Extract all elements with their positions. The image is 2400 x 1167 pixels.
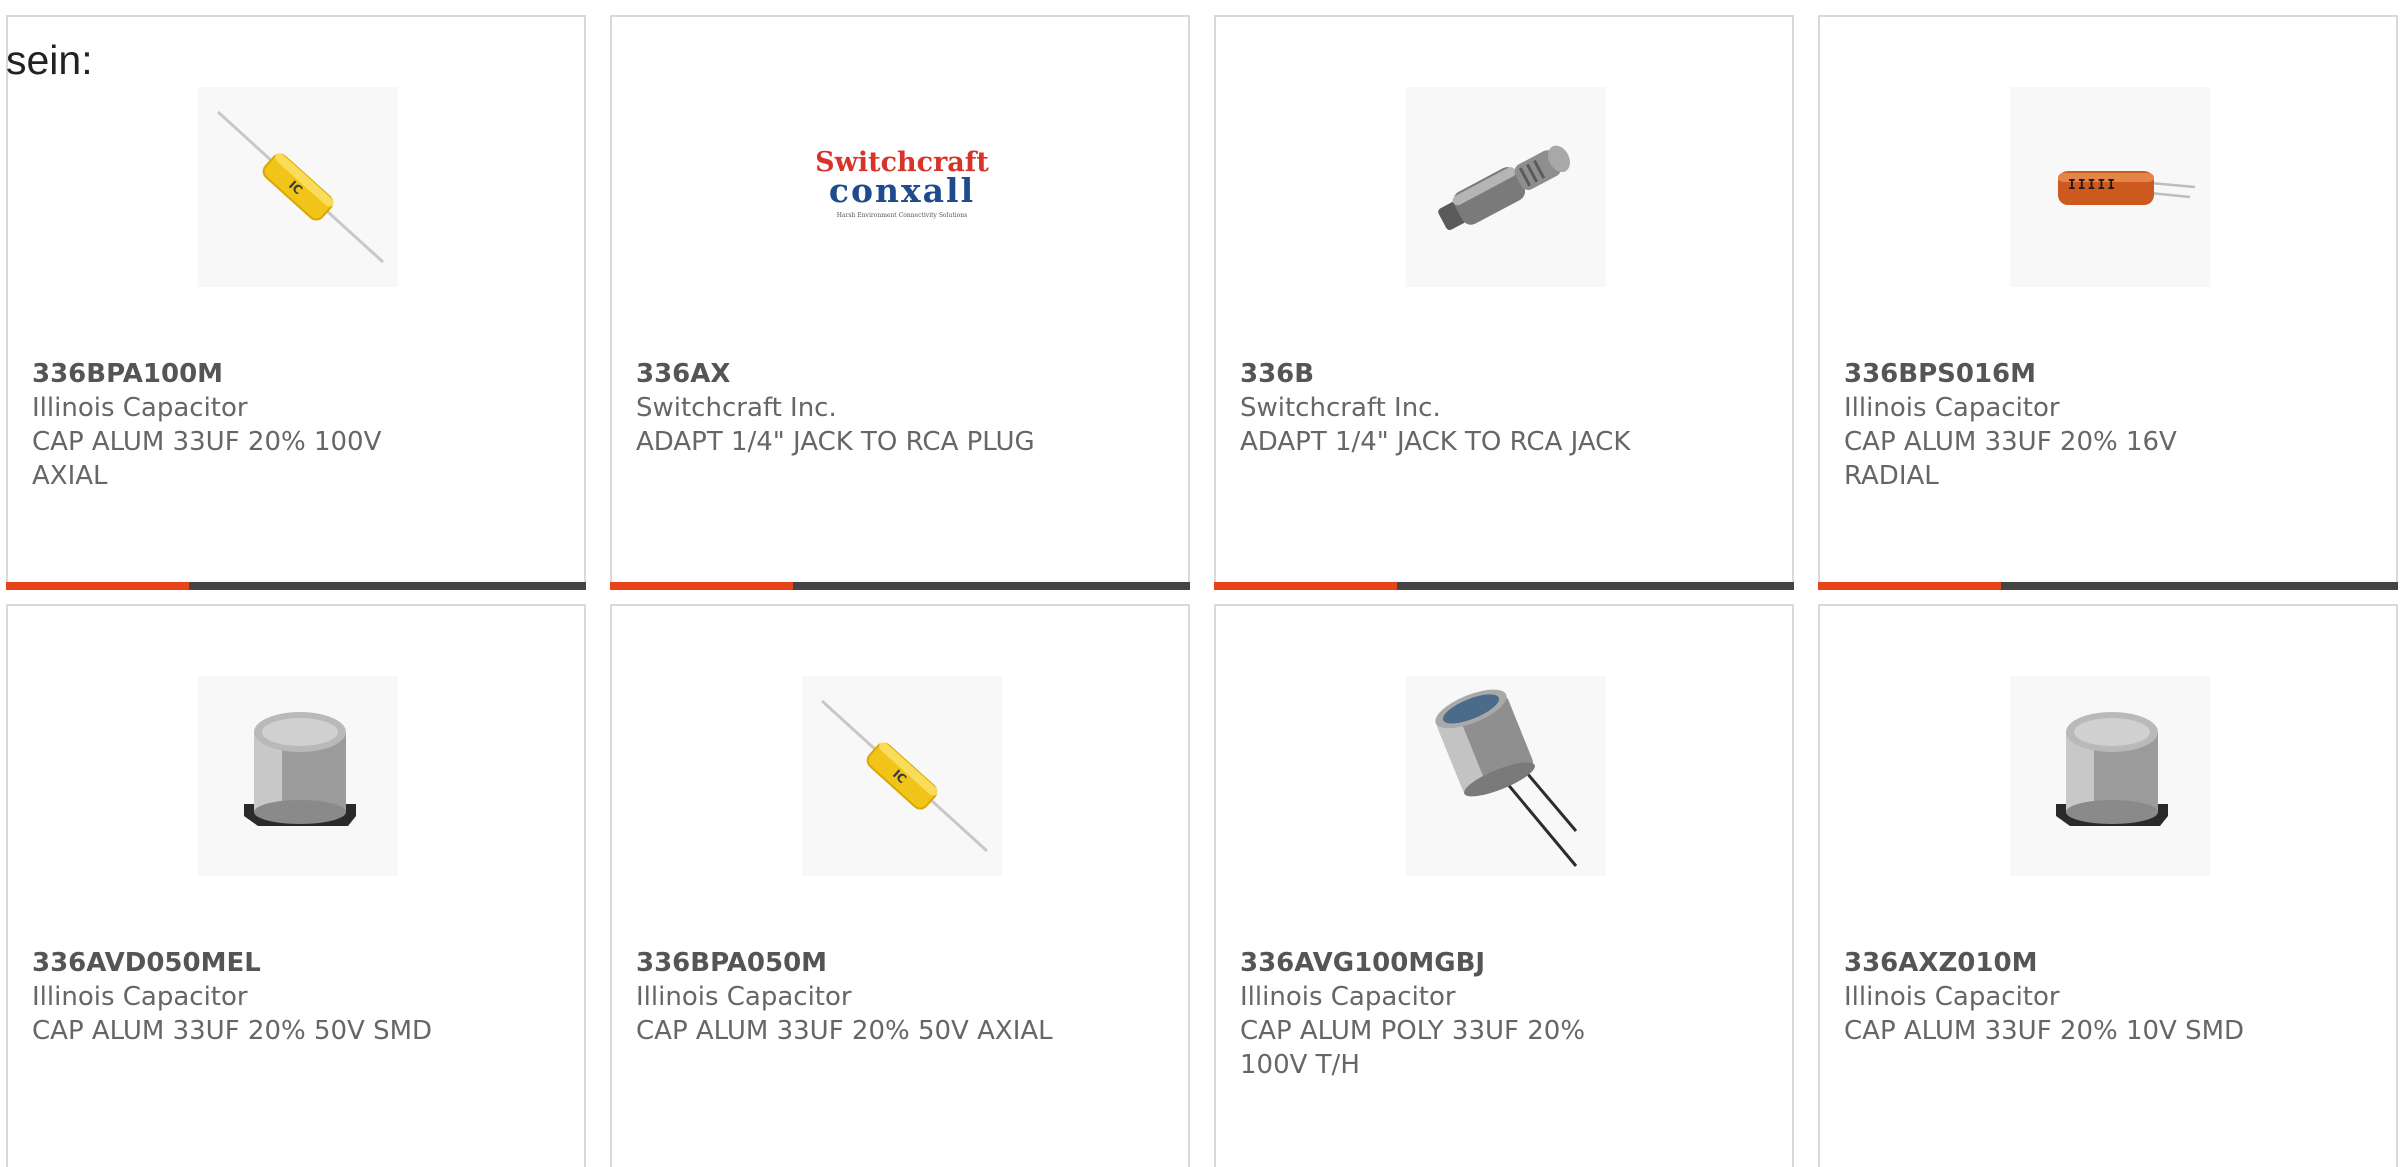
description: ADAPT 1/4" JACK TO RCA PLUG xyxy=(636,427,1035,457)
jack-adapter-icon xyxy=(1438,145,1570,230)
product-image[interactable]: IC xyxy=(802,676,1002,876)
switchcraft-conxall-logo: Switchcraft conxall Harsh Environment Co… xyxy=(815,147,989,219)
part-number[interactable]: 336BPS016M xyxy=(1844,357,2372,391)
product-image[interactable] xyxy=(1406,676,1606,876)
product-image[interactable]: IC xyxy=(198,87,398,287)
product-card[interactable]: 336B Switchcraft Inc. ADAPT 1/4" JACK TO… xyxy=(1214,15,1794,590)
product-card[interactable]: 336AXZ010M Illinois Capacitor CAP ALUM 3… xyxy=(1818,604,2398,1167)
description: ADAPT 1/4" JACK TO RCA JACK xyxy=(1240,427,1631,457)
manufacturer: Illinois Capacitor xyxy=(32,982,248,1012)
product-info: 336AXZ010M Illinois Capacitor CAP ALUM 3… xyxy=(1844,946,2372,1048)
svg-text:IIIII: IIIII xyxy=(2068,178,2117,193)
manufacturer: Illinois Capacitor xyxy=(636,982,852,1012)
product-grid: IC 336BPA100M Illinois Capacitor CAP ALU… xyxy=(6,15,2400,1167)
radial-orange-capacitor-icon: IIIII xyxy=(2058,171,2196,205)
description: CAP ALUM 33UF 20% 100V AXIAL xyxy=(32,427,382,491)
product-image[interactable]: Switchcraft conxall Harsh Environment Co… xyxy=(802,87,1002,287)
manufacturer: Illinois Capacitor xyxy=(1240,982,1456,1012)
product-info: 336AX Switchcraft Inc. ADAPT 1/4" JACK T… xyxy=(636,357,1164,459)
manufacturer: Illinois Capacitor xyxy=(32,393,248,423)
smd-capacitor-icon xyxy=(244,712,356,826)
part-number[interactable]: 336B xyxy=(1240,357,1768,391)
product-image[interactable] xyxy=(198,676,398,876)
product-card[interactable]: 336AVG100MGBJ Illinois Capacitor CAP ALU… xyxy=(1214,604,1794,1167)
product-info: 336AVD050MEL Illinois Capacitor CAP ALUM… xyxy=(32,946,560,1048)
manufacturer: Illinois Capacitor xyxy=(1844,393,2060,423)
card-accent-bar xyxy=(610,582,1190,590)
axial-yellow-capacitor-icon: IC xyxy=(216,110,385,264)
part-number[interactable]: 336AVD050MEL xyxy=(32,946,560,980)
axial-yellow-capacitor-icon: IC xyxy=(820,699,989,853)
part-number[interactable]: 336AXZ010M xyxy=(1844,946,2372,980)
product-image[interactable] xyxy=(2010,676,2210,876)
page: sein: IC 336BPA100M Illinois Capacitor C… xyxy=(0,0,2400,1167)
card-accent-bar xyxy=(6,582,586,590)
part-number[interactable]: 336AX xyxy=(636,357,1164,391)
description: CAP ALUM POLY 33UF 20% 100V T/H xyxy=(1240,1016,1586,1080)
product-info: 336BPS016M Illinois Capacitor CAP ALUM 3… xyxy=(1844,357,2372,493)
manufacturer: Switchcraft Inc. xyxy=(636,393,837,423)
card-accent-bar-fill xyxy=(6,582,189,590)
card-accent-bar-fill xyxy=(1214,582,1397,590)
product-image[interactable] xyxy=(1406,87,1606,287)
logo-tagline: Harsh Environment Connectivity Solutions xyxy=(837,212,967,219)
intro-text: sein: xyxy=(6,37,93,83)
description: CAP ALUM 33UF 20% 50V AXIAL xyxy=(636,1016,1053,1046)
product-info: 336AVG100MGBJ Illinois Capacitor CAP ALU… xyxy=(1240,946,1768,1082)
card-accent-bar xyxy=(1818,582,2398,590)
product-card[interactable]: IC 336BPA100M Illinois Capacitor CAP ALU… xyxy=(6,15,586,590)
description: CAP ALUM 33UF 20% 10V SMD xyxy=(1844,1016,2245,1046)
manufacturer: Switchcraft Inc. xyxy=(1240,393,1441,423)
description: CAP ALUM 33UF 20% 50V SMD xyxy=(32,1016,433,1046)
product-info: 336BPA100M Illinois Capacitor CAP ALUM 3… xyxy=(32,357,560,493)
description: CAP ALUM 33UF 20% 16V RADIAL xyxy=(1844,427,2177,491)
product-card[interactable]: IIIII 336BPS016M Illinois Capacitor CAP … xyxy=(1818,15,2398,590)
part-number[interactable]: 336AVG100MGBJ xyxy=(1240,946,1768,980)
product-info: 336BPA050M Illinois Capacitor CAP ALUM 3… xyxy=(636,946,1164,1048)
manufacturer: Illinois Capacitor xyxy=(1844,982,2060,1012)
product-image[interactable]: IIIII xyxy=(2010,87,2210,287)
card-accent-bar-fill xyxy=(610,582,793,590)
product-info: 336B Switchcraft Inc. ADAPT 1/4" JACK TO… xyxy=(1240,357,1768,459)
card-accent-bar xyxy=(1214,582,1794,590)
part-number[interactable]: 336BPA050M xyxy=(636,946,1164,980)
part-number[interactable]: 336BPA100M xyxy=(32,357,560,391)
polymer-through-hole-capacitor-icon xyxy=(1435,689,1578,867)
product-card[interactable]: Switchcraft conxall Harsh Environment Co… xyxy=(610,15,1190,590)
product-card[interactable]: IC 336BPA050M Illinois Capacitor CAP ALU… xyxy=(610,604,1190,1167)
logo-line-2: conxall xyxy=(829,171,975,210)
card-accent-bar-fill xyxy=(1818,582,2001,590)
product-card[interactable]: 336AVD050MEL Illinois Capacitor CAP ALUM… xyxy=(6,604,586,1167)
smd-capacitor-icon xyxy=(2056,712,2168,826)
